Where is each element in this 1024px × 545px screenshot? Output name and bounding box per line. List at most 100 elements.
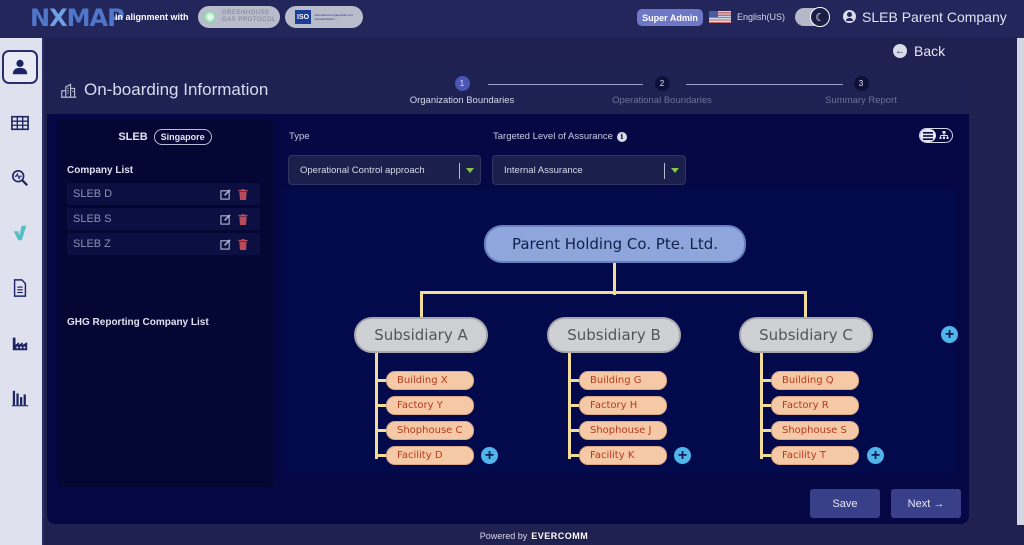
panel-header: On-boarding Information 1 Organization B… (47, 68, 969, 114)
edit-icon[interactable] (220, 238, 231, 250)
leaf-node[interactable]: Shophouse S (771, 421, 859, 440)
logo-left: N (30, 4, 50, 32)
leaf-node[interactable]: Shophouse C (386, 421, 474, 440)
leaf-node[interactable]: Facility D (386, 446, 474, 465)
info-icon[interactable]: i (616, 131, 627, 142)
user-name[interactable]: SLEB Parent Company (862, 9, 1007, 25)
type-select[interactable]: Operational Control approach (288, 155, 481, 185)
step-organization-boundaries[interactable]: 1 Organization Boundaries (392, 76, 532, 106)
subsidiary-node[interactable]: Subsidiary C (739, 317, 873, 353)
logo-x: X (49, 4, 67, 32)
sidebar-item-factory[interactable] (2, 326, 38, 360)
back-button[interactable]: ← Back (893, 43, 945, 59)
leaf-node[interactable]: Building G (579, 371, 667, 390)
ghg-globe-icon (204, 11, 216, 23)
powered-by-text: Powered by (479, 531, 528, 541)
sidebar-item-reports[interactable] (2, 381, 38, 415)
step-operational-boundaries[interactable]: 2 Operational Boundaries (592, 76, 732, 106)
sidebar-item-table[interactable] (2, 106, 38, 140)
org-name: SLEB (118, 131, 148, 143)
ghg-badge-text: GREENHOUSE GAS PROTOCOL (222, 10, 276, 24)
connector-sub-a (420, 291, 423, 317)
subsidiary-node[interactable]: Subsidiary A (354, 317, 488, 353)
connector-sub-c (804, 291, 807, 317)
step-label: Summary Report (825, 95, 897, 106)
list-view-icon[interactable] (920, 129, 937, 142)
bar-chart-icon (11, 390, 29, 407)
sidebar (0, 38, 44, 545)
connector-horizontal (420, 291, 807, 294)
company-name: SLEB S (73, 213, 112, 225)
moon-icon: ☾ (810, 7, 830, 27)
save-button[interactable]: Save (810, 489, 880, 518)
org-structure-diagram: Parent Holding Co. Pte. Ltd. Subsidiary … (283, 189, 958, 473)
back-label: Back (914, 43, 946, 59)
country-badge: Singapore (153, 129, 212, 145)
assurance-select-value: Internal Assurance (504, 164, 583, 176)
add-subsidiary-button[interactable]: + (941, 326, 958, 343)
tree-view-icon[interactable] (936, 129, 952, 142)
company-name: SLEB D (73, 188, 113, 200)
sidebar-item-verify[interactable] (2, 216, 38, 250)
leaf-node[interactable]: Factory Y (386, 396, 474, 415)
subsidiary-node[interactable]: Subsidiary B (547, 317, 681, 353)
scrollbar[interactable] (1017, 38, 1024, 525)
add-facility-button[interactable]: + (481, 447, 498, 464)
theme-toggle[interactable]: ☾ (795, 7, 830, 27)
view-mode-toggle[interactable] (919, 128, 953, 143)
user-icon[interactable] (843, 10, 856, 23)
root-node[interactable]: Parent Holding Co. Pte. Ltd. (484, 225, 746, 263)
arrow-left-icon: ← (893, 44, 907, 58)
ghg-reporting-list-title: GHG Reporting Company List (67, 317, 209, 328)
company-name: SLEB Z (73, 238, 111, 250)
company-list-panel: SLEB Singapore Company List SLEB D SLEB … (57, 119, 273, 487)
nxmap-logo[interactable]: NXMAP (30, 4, 125, 32)
step-number: 1 (454, 76, 470, 91)
buildings-icon (61, 83, 77, 98)
onboarding-panel: On-boarding Information 1 Organization B… (47, 68, 969, 524)
leaf-node[interactable]: Factory H (579, 396, 667, 415)
type-label-text: Type (289, 131, 310, 142)
sidebar-item-analysis[interactable] (2, 161, 38, 195)
us-flag-icon[interactable] (709, 11, 731, 23)
factory-icon (12, 337, 28, 351)
leaf-node[interactable]: Building Q (771, 371, 859, 390)
assurance-select[interactable]: Internal Assurance (492, 155, 686, 185)
trash-icon[interactable] (238, 238, 248, 250)
company-row[interactable]: SLEB D (67, 183, 260, 205)
assurance-label-text: Targeted Level of Assurance (493, 131, 613, 142)
add-facility-button[interactable]: + (867, 447, 884, 464)
leaf-node[interactable]: Building X (386, 371, 474, 390)
trash-icon[interactable] (238, 188, 248, 200)
leaf-node[interactable]: Facility K (579, 446, 667, 465)
stepper: 1 Organization Boundaries 2 Operational … (407, 76, 917, 110)
sidebar-item-profile[interactable] (2, 50, 38, 84)
search-chart-icon (11, 169, 28, 186)
document-icon (13, 279, 27, 297)
edit-icon[interactable] (220, 188, 231, 200)
select-separator (459, 163, 460, 179)
ghg-line2: GAS PROTOCOL (222, 17, 276, 23)
trash-icon[interactable] (238, 213, 248, 225)
leaf-node[interactable]: Factory R (771, 396, 859, 415)
type-label: Type (289, 131, 310, 142)
language-selector[interactable]: English(US) (737, 12, 785, 22)
table-icon (11, 115, 29, 131)
company-row[interactable]: SLEB Z (67, 233, 260, 255)
leaf-node[interactable]: Facility T (771, 446, 859, 465)
page-title-text: On-boarding Information (84, 80, 269, 99)
chevron-down-icon (466, 168, 474, 173)
top-bar: NXMAP in alignment with GREENHOUSE GAS PR… (0, 0, 1024, 38)
next-button[interactable]: Next → (891, 489, 961, 518)
sidebar-item-documents[interactable] (2, 271, 38, 305)
step-summary-report[interactable]: 3 Summary Report (791, 76, 931, 106)
step-label: Organization Boundaries (409, 95, 515, 106)
add-facility-button[interactable]: + (674, 447, 691, 464)
company-row[interactable]: SLEB S (67, 208, 260, 230)
ghg-protocol-badge: GREENHOUSE GAS PROTOCOL (198, 6, 280, 28)
evercomm-logo: EVERCOMM (531, 531, 589, 541)
leaf-node[interactable]: Shophouse J (579, 421, 667, 440)
role-badge: Super Admin (637, 9, 703, 26)
type-select-value: Operational Control approach (300, 164, 425, 176)
edit-icon[interactable] (220, 213, 231, 225)
